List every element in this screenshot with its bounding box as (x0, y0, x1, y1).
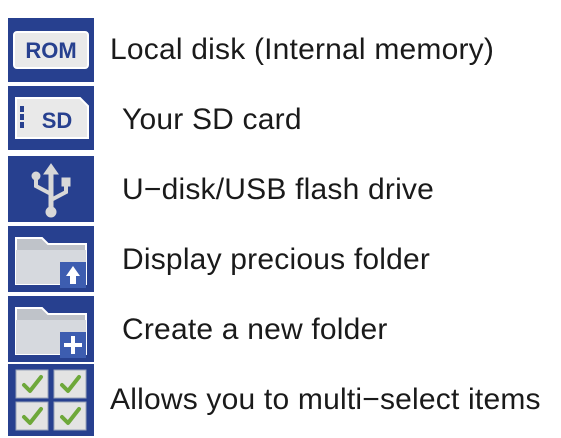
legend-row-multi-select: Allows you to multi−select items (0, 364, 561, 436)
legend-row-local-disk: ROM Local disk (Internal memory) (0, 14, 561, 86)
legend-label-usb: U−disk/USB flash drive (122, 173, 435, 206)
legend-label-sd-card: Your SD card (122, 103, 302, 136)
legend-label-new-folder: Create a new folder (122, 313, 388, 346)
legend-row-usb: U−disk/USB flash drive (0, 154, 561, 226)
rom-badge-text: ROM (25, 38, 76, 63)
usb-icon[interactable] (8, 154, 94, 226)
rom-icon[interactable]: ROM (8, 14, 94, 86)
folder-new-icon[interactable] (8, 294, 94, 366)
legend-label-multi-select: Allows you to multi−select items (110, 383, 541, 416)
legend-row-folder-up: Display precious folder (0, 224, 561, 296)
legend-label-local-disk: Local disk (Internal memory) (110, 33, 495, 66)
legend-label-folder-up: Display precious folder (122, 243, 431, 276)
sd-badge-text: SD (42, 108, 73, 133)
legend-row-new-folder: Create a new folder (0, 294, 561, 366)
folder-up-icon[interactable] (8, 224, 94, 296)
icon-legend: ROM Local disk (Internal memory) SD Your… (0, 0, 561, 438)
legend-row-sd-card: SD Your SD card (0, 84, 561, 156)
sd-card-icon[interactable]: SD (8, 84, 94, 156)
multi-select-icon[interactable] (8, 364, 94, 436)
